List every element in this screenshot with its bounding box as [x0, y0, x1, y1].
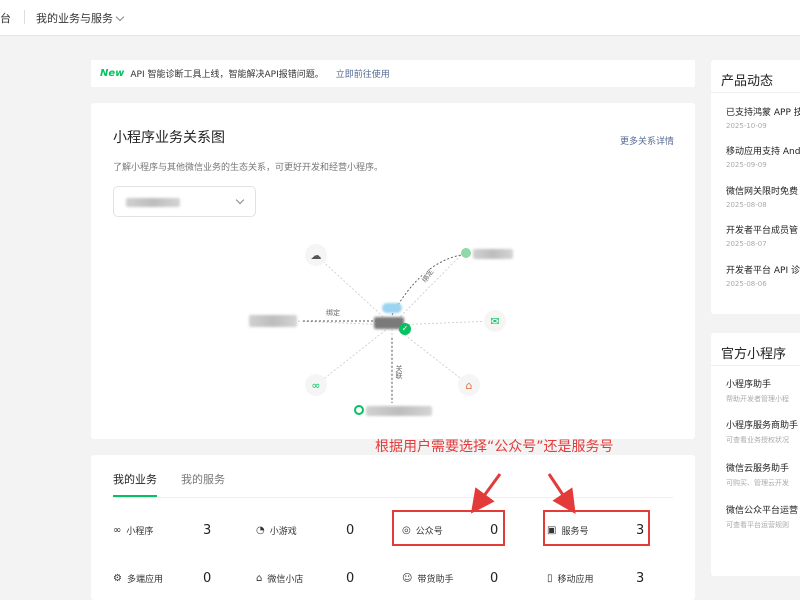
mini-program-desc: 可查看平台运营规则 — [726, 521, 789, 529]
metric-value: 0 — [346, 522, 355, 538]
mini-program-title: 小程序助手 — [726, 380, 772, 390]
notice-bar: New API 智能诊断工具上线，智能解决API报错问题。 立即前往使用 — [91, 60, 695, 87]
metric-value: 0 — [490, 570, 499, 586]
metric-label: 小游戏 — [269, 526, 297, 537]
annotation-text: 根据用户需要选择“公众号”还是服务号 — [375, 439, 614, 455]
metric-value: 3 — [203, 522, 212, 538]
account-avatar — [461, 248, 471, 258]
mini-program-title: 小程序服务商助手 — [726, 421, 799, 431]
news-item[interactable]: 开发者平台成员管 2025-08-07 — [726, 223, 800, 248]
product-news-title: 产品动态 — [721, 74, 774, 89]
shop-icon: ⌂ — [465, 378, 473, 392]
metric-value: 0 — [203, 570, 212, 586]
edge-label-bind-left: 绑定 — [326, 308, 340, 318]
chat-icon: ✉ — [490, 314, 500, 328]
metric-value: 3 — [636, 570, 645, 586]
news-item[interactable]: 微信网关限时免费 2025-08-08 — [726, 184, 800, 209]
account-name — [473, 249, 513, 259]
metric-label: 带货助手 — [417, 574, 454, 585]
metric-label: 微信小店 — [267, 574, 304, 585]
business-selector-label: 我的业务与服务 — [36, 12, 113, 25]
metric-mini-game[interactable]: ◔ 小游戏 0 — [256, 520, 356, 540]
center-app-avatar — [382, 303, 402, 313]
news-item-title: 已支持鸿蒙 APP 技 — [726, 108, 800, 118]
highlight-service-account — [543, 510, 650, 546]
mini-program-item[interactable]: 微信云服务助手 可购买、管理云开发 — [726, 461, 800, 488]
metric-mini-program[interactable]: ∞ 小程序 3 — [113, 520, 213, 540]
news-item[interactable]: 开发者平台 API 诊 2025-08-06 — [726, 263, 800, 288]
bound-account-node-left — [249, 315, 297, 327]
mini-program-title: 微信公众平台运营 — [726, 506, 799, 516]
mini-program-desc: 可查看业务授权状况 — [726, 436, 789, 444]
bound-account-node-top-right — [461, 247, 513, 261]
relation-card: 小程序业务关系图 了解小程序与其他微信业务的生态关系，可更好开发和经营小程序。 … — [91, 103, 695, 439]
brand-title: 台 — [0, 12, 11, 25]
news-item-date: 2025-08-06 — [726, 280, 767, 288]
linked-account-name — [366, 406, 432, 416]
metric-wechat-shop[interactable]: ⌂ 微信小店 0 — [256, 568, 356, 588]
link-icon: ∞ — [311, 378, 321, 392]
metric-label: 小程序 — [126, 526, 154, 537]
chevron-down-icon — [115, 12, 125, 21]
sales-assistant-icon: ☺ — [402, 572, 413, 584]
notice-message: API 智能诊断工具上线，智能解决API报错问题。 — [130, 70, 324, 80]
news-item-title: 开发者平台 API 诊 — [726, 266, 800, 276]
metric-label: 移动应用 — [557, 574, 594, 585]
news-item-date: 2025-08-08 — [726, 201, 767, 209]
metric-mobile-app[interactable]: ▯ 移动应用 3 — [547, 568, 647, 588]
cloud-icon: ☁ — [310, 248, 322, 262]
highlight-official-account — [392, 510, 505, 546]
metric-label: 多端应用 — [126, 574, 163, 585]
cloud-service-node: ☁ — [305, 244, 327, 266]
news-item[interactable]: 已支持鸿蒙 APP 技 2025-10-09 — [726, 105, 800, 130]
game-icon: ◔ — [256, 524, 265, 536]
tab-divider — [113, 497, 673, 498]
linked-account-node-bottom — [354, 404, 434, 418]
business-card: 我的业务 我的服务 ∞ 小程序 3 ◔ 小游戏 0 ◎ 公众号 0 ▣ 服务号 … — [91, 455, 695, 600]
official-mini-programs-title: 官方小程序 — [721, 347, 787, 362]
business-tabs: 我的业务 我的服务 — [113, 471, 225, 497]
mobile-app-icon: ▯ — [547, 572, 553, 584]
tab-my-services[interactable]: 我的服务 — [181, 471, 225, 497]
metric-sales-assistant[interactable]: ☺ 带货助手 0 — [402, 568, 502, 588]
official-mini-programs-panel: 官方小程序 小程序助手 帮助开发者管理小程 小程序服务商助手 可查看业务授权状况… — [711, 333, 800, 576]
news-item-date: 2025-08-07 — [726, 240, 767, 248]
mini-program-item[interactable]: 微信公众平台运营 可查看平台运营规则 — [726, 503, 800, 530]
mini-program-item[interactable]: 小程序助手 帮助开发者管理小程 — [726, 377, 800, 404]
mini-program-item[interactable]: 小程序服务商助手 可查看业务授权状况 — [726, 418, 800, 445]
metric-value: 0 — [346, 570, 355, 586]
product-news-panel: 产品动态 已支持鸿蒙 APP 技 2025-10-09 移动应用支持 Andr … — [711, 60, 800, 314]
tab-my-business[interactable]: 我的业务 — [113, 471, 157, 497]
header-divider — [24, 10, 25, 24]
mini-program-title: 微信云服务助手 — [726, 464, 790, 474]
news-item-title: 微信网关限时免费 — [726, 187, 799, 197]
new-badge: New — [100, 68, 125, 79]
panel-divider — [711, 92, 800, 93]
business-selector[interactable]: 我的业务与服务 — [36, 10, 125, 26]
mini-program-desc: 可购买、管理云开发 — [726, 479, 789, 487]
news-item-title: 开发者平台成员管 — [726, 226, 799, 236]
top-bar: 台 我的业务与服务 — [0, 0, 800, 36]
news-item-date: 2025-09-09 — [726, 161, 767, 169]
shop-node: ⌂ — [458, 374, 480, 396]
center-app-node: ✓ — [374, 303, 411, 339]
chat-node: ✉ — [484, 310, 506, 332]
verified-check-icon: ✓ — [399, 323, 411, 335]
panel-divider — [711, 365, 800, 366]
notice-link[interactable]: 立即前往使用 — [336, 67, 390, 80]
mini-program-desc: 帮助开发者管理小程 — [726, 395, 789, 403]
link-node: ∞ — [305, 374, 327, 396]
news-item[interactable]: 移动应用支持 Andr 2025-09-09 — [726, 144, 800, 169]
multi-end-icon: ⚙ — [113, 572, 122, 584]
link-icon: ∞ — [113, 524, 122, 536]
edge-label-link: 关联 — [394, 365, 404, 379]
shop-icon: ⌂ — [256, 572, 263, 584]
linked-account-icon — [354, 405, 364, 415]
news-item-date: 2025-10-09 — [726, 122, 767, 130]
news-item-title: 移动应用支持 Andr — [726, 147, 800, 157]
metric-multi-end-app[interactable]: ⚙ 多端应用 0 — [113, 568, 213, 588]
relation-diagram — [295, 254, 495, 403]
